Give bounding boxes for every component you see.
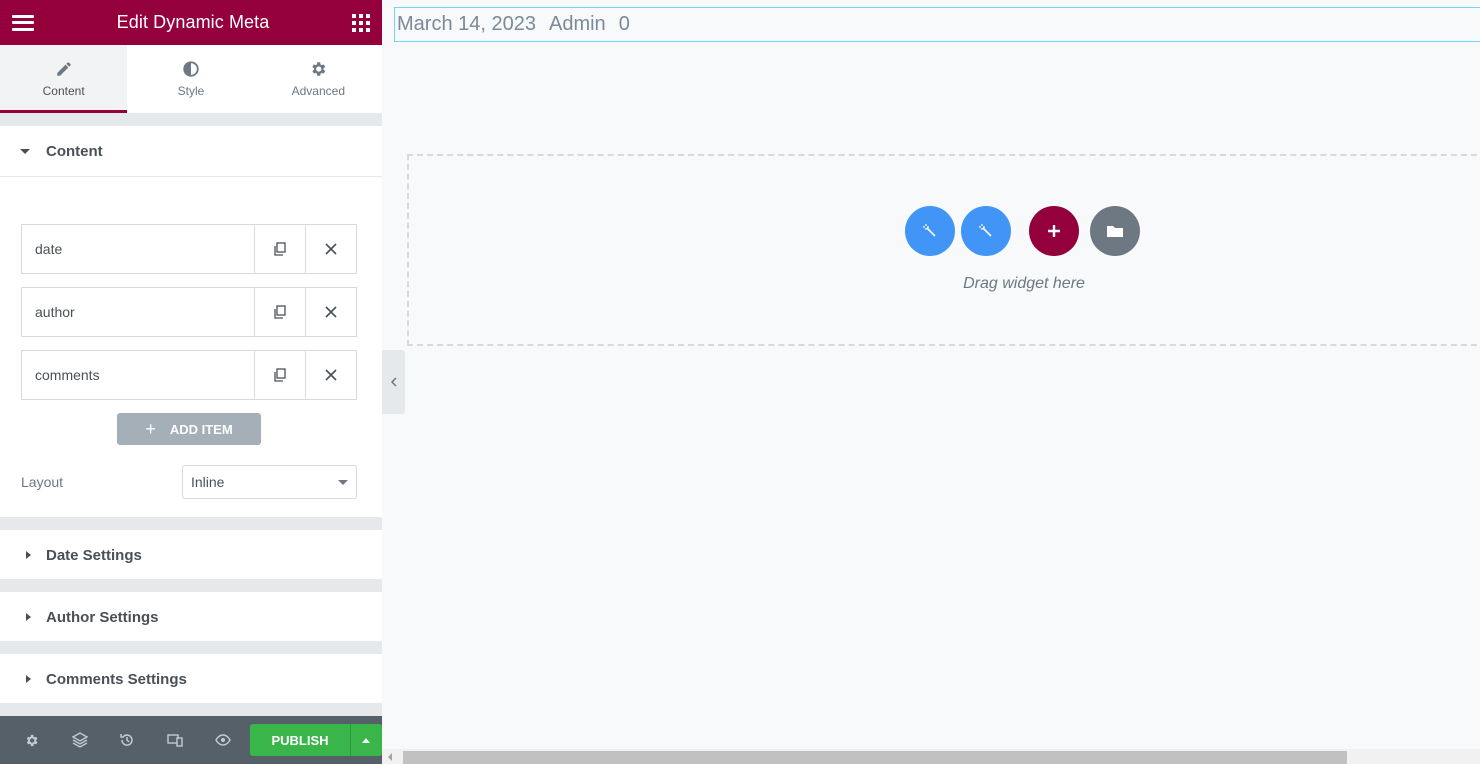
publish-button[interactable]: PUBLISH [249, 724, 350, 756]
panel-footer: PUBLISH [0, 716, 382, 764]
author-settings-section: Author Settings [0, 592, 382, 641]
horizontal-scrollbar[interactable] [382, 749, 1480, 764]
history-button[interactable] [104, 716, 152, 764]
repeater-item: comments [21, 350, 357, 400]
settings-button[interactable] [8, 716, 56, 764]
publish-options-button[interactable] [349, 724, 382, 756]
gear-icon [27, 734, 38, 746]
caret-up-icon [362, 737, 371, 743]
repeater-item-title[interactable]: comments [22, 351, 254, 399]
caret-right-icon [26, 613, 31, 621]
section-title: Author Settings [46, 608, 159, 626]
plus-icon [1048, 225, 1060, 237]
magic-button-2[interactable] [961, 206, 1011, 256]
half-circle-icon [183, 61, 199, 77]
content-section-toggle[interactable]: Content [0, 126, 382, 176]
tab-style[interactable]: Style [127, 45, 254, 113]
date-settings-section: Date Settings [0, 530, 382, 579]
layout-control: Layout Inline [21, 465, 357, 499]
eye-icon [215, 734, 231, 746]
date-settings-toggle[interactable]: Date Settings [0, 530, 382, 580]
add-item-label: ADD ITEM [169, 421, 233, 437]
close-icon [325, 243, 337, 255]
meta-date: March 14, 2023 [397, 13, 536, 35]
caret-right-icon [26, 551, 31, 559]
panel-tabs: Content Style Advanced [0, 45, 382, 113]
repeater-item-title[interactable]: author [22, 288, 254, 336]
empty-section-dropzone[interactable]: Drag widget here [407, 154, 1480, 346]
tab-label: Style [177, 84, 205, 98]
hamburger-menu-icon[interactable] [12, 14, 34, 31]
layers-icon [71, 732, 88, 748]
panel-title: Edit Dynamic Meta [116, 12, 270, 32]
content-section-body: date author comments + ADD ITEM Layout I… [0, 176, 382, 517]
duplicate-button[interactable] [254, 351, 305, 399]
close-icon [325, 306, 337, 318]
comments-settings-section: Comments Settings [0, 654, 382, 703]
repeater-item-title[interactable]: date [22, 225, 254, 273]
widgets-grid-icon[interactable] [352, 13, 370, 32]
add-item-wrap: + ADD ITEM [21, 413, 357, 445]
remove-button[interactable] [305, 225, 356, 273]
publish-group: PUBLISH [249, 724, 382, 756]
close-icon [325, 369, 337, 381]
meta-author: Admin [548, 13, 606, 35]
dynamic-meta-widget[interactable]: March 14, 2023 Admin 0 [394, 7, 1480, 42]
magic-wand-icon [979, 224, 992, 237]
magic-button-1[interactable] [905, 206, 955, 256]
plus-icon: + [145, 418, 156, 439]
tab-content[interactable]: Content [0, 45, 128, 113]
panel-header: Edit Dynamic Meta [0, 0, 382, 45]
section-title: Comments Settings [46, 670, 187, 688]
add-template-button[interactable] [1090, 206, 1140, 256]
preview-canvas: March 14, 2023 Admin 0 Drag widget here [382, 0, 1480, 764]
folder-icon [1107, 226, 1123, 237]
layout-select-value: Inline [191, 474, 225, 490]
repeater-item: date [21, 224, 357, 274]
panel-collapse-handle[interactable] [382, 350, 405, 414]
layout-label: Layout [21, 474, 64, 490]
duplicate-button[interactable] [254, 225, 305, 273]
dropzone-label: Drag widget here [963, 275, 1085, 292]
scrollbar-thumb[interactable] [403, 751, 1347, 764]
add-item-button[interactable]: + ADD ITEM [117, 413, 261, 445]
caret-right-icon [26, 675, 31, 683]
chevron-left-icon [390, 377, 397, 387]
magic-wand-icon [923, 224, 936, 237]
add-section-button[interactable] [1029, 206, 1079, 256]
navigator-button[interactable] [56, 716, 104, 764]
remove-button[interactable] [305, 288, 356, 336]
gear-icon [312, 62, 326, 76]
repeater-item: author [21, 287, 357, 337]
devices-icon [167, 734, 183, 747]
preview-button[interactable] [199, 716, 247, 764]
author-settings-toggle[interactable]: Author Settings [0, 592, 382, 642]
caret-down-icon [20, 148, 30, 154]
editor-panel: Edit Dynamic Meta Content Style Advanced… [0, 0, 382, 764]
section-title: Content [46, 142, 103, 160]
tab-label: Advanced [291, 84, 345, 98]
duplicate-icon [274, 368, 286, 382]
scroll-left-icon[interactable] [388, 753, 392, 761]
tab-label: Content [42, 84, 85, 98]
dropzone-buttons [905, 206, 1146, 256]
comments-settings-toggle[interactable]: Comments Settings [0, 654, 382, 704]
content-section: Content date author comments + ADD ITEM … [0, 126, 382, 517]
duplicate-icon [274, 305, 286, 319]
chevron-down-icon [338, 479, 348, 485]
tab-advanced[interactable]: Advanced [255, 45, 382, 113]
remove-button[interactable] [305, 351, 356, 399]
layout-select[interactable]: Inline [182, 465, 357, 499]
history-icon [120, 734, 134, 746]
pencil-icon [56, 62, 71, 76]
meta-comments: 0 [618, 13, 630, 35]
responsive-mode-button[interactable] [151, 716, 199, 764]
duplicate-icon [274, 242, 286, 256]
section-title: Date Settings [46, 546, 142, 564]
duplicate-button[interactable] [254, 288, 305, 336]
